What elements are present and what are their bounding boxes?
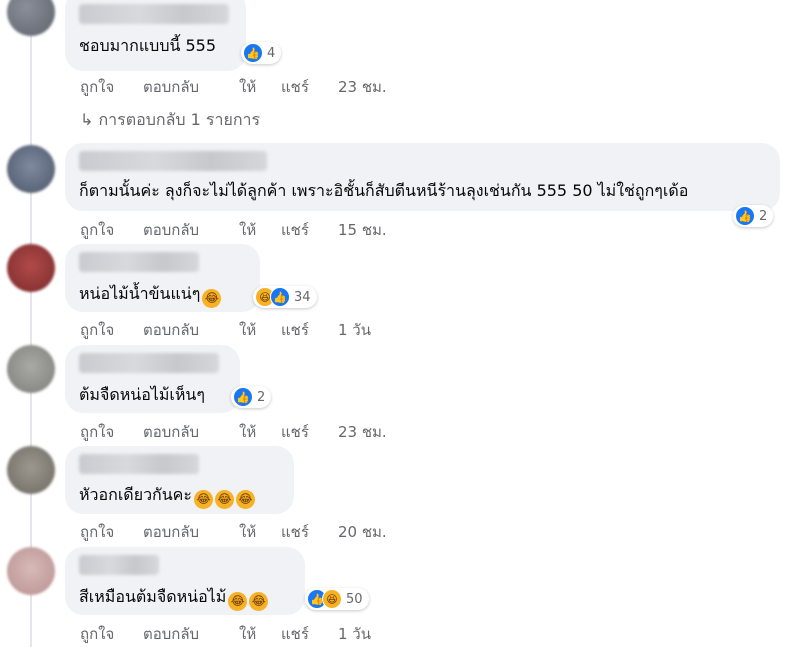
comment-actions: ถูกใจ ตอบกลับ ให้ แชร์ 23 ชม. xyxy=(80,420,387,444)
share-button[interactable]: แชร์ xyxy=(281,218,338,242)
comment-bubble: หน่อไม้น้ำข้นแน่ๆ 😂 xyxy=(65,244,260,312)
comment-actions: ถูกใจ ตอบกลับ ให้ แชร์ 20 ชม. xyxy=(80,520,387,544)
give-button[interactable]: ให้ xyxy=(239,218,281,242)
reply-button[interactable]: ตอบกลับ xyxy=(143,420,239,444)
reaction-count: 50 xyxy=(346,591,363,607)
author-name[interactable] xyxy=(79,4,229,24)
reply-button[interactable]: ตอบกลับ xyxy=(143,218,239,242)
comment-text: ก็ตามนั้นค่ะ ลุงก็จะไม่ได้ลูกค้า เพราะอิ… xyxy=(79,181,689,200)
like-button[interactable]: ถูกใจ xyxy=(80,218,143,242)
give-button[interactable]: ให้ xyxy=(239,318,281,342)
like-icon: 👍 xyxy=(243,43,263,63)
reaction-count: 34 xyxy=(294,289,311,305)
comment-bubble: ก็ตามนั้นค่ะ ลุงก็จะไม่ได้ลูกค้า เพราะอิ… xyxy=(65,143,780,211)
reply-button[interactable]: ตอบกลับ xyxy=(143,622,239,646)
comment-bubble: หัวอกเดียวกันคะ 😂 😂 😂 xyxy=(65,446,294,514)
reaction-count: 2 xyxy=(759,208,768,224)
timestamp[interactable]: 1 วัน xyxy=(338,318,371,342)
reply-button[interactable]: ตอบกลับ xyxy=(143,75,239,99)
author-name[interactable] xyxy=(79,252,199,272)
reaction-summary[interactable]: 👍 4 xyxy=(241,42,282,64)
laughing-emoji: 😂 xyxy=(193,490,213,509)
laughing-emoji: 😂 xyxy=(228,592,248,611)
haha-icon: 😆 xyxy=(322,589,342,609)
comment-bubble: ชอบมากแบบนี้ 555 xyxy=(65,0,246,71)
share-button[interactable]: แชร์ xyxy=(281,75,338,99)
like-icon: 👍 xyxy=(233,387,253,407)
reaction-summary[interactable]: 👍 2 xyxy=(231,386,272,408)
comment-actions: ถูกใจ ตอบกลับ ให้ แชร์ 1 วัน xyxy=(80,318,371,342)
timestamp[interactable]: 23 ชม. xyxy=(338,75,387,99)
reply-button[interactable]: ตอบกลับ xyxy=(143,520,239,544)
give-button[interactable]: ให้ xyxy=(239,420,281,444)
share-button[interactable]: แชร์ xyxy=(281,622,338,646)
reply-button[interactable]: ตอบกลับ xyxy=(143,318,239,342)
avatar[interactable] xyxy=(7,547,55,595)
comment-bubble: สีเหมือนต้มจืดหน่อไม้ 😂 😂 xyxy=(65,547,305,615)
share-button[interactable]: แชร์ xyxy=(281,420,338,444)
comment-text: สีเหมือนต้มจืดหน่อไม้ 😂 😂 xyxy=(79,585,269,611)
author-name[interactable] xyxy=(79,151,267,171)
comment-actions: ถูกใจ ตอบกลับ ให้ แชร์ 1 วัน xyxy=(80,622,371,646)
author-name[interactable] xyxy=(79,454,199,474)
comment-actions: ถูกใจ ตอบกลับ ให้ แชร์ 15 ชม. xyxy=(80,218,387,242)
give-button[interactable]: ให้ xyxy=(239,622,281,646)
like-button[interactable]: ถูกใจ xyxy=(80,318,143,342)
avatar[interactable] xyxy=(7,145,55,193)
avatar[interactable] xyxy=(7,244,55,292)
share-button[interactable]: แชร์ xyxy=(281,520,338,544)
laughing-emoji: 😂 xyxy=(202,289,222,308)
timestamp[interactable]: 20 ชม. xyxy=(338,520,387,544)
timestamp[interactable]: 23 ชม. xyxy=(338,420,387,444)
like-button[interactable]: ถูกใจ xyxy=(80,622,143,646)
avatar[interactable] xyxy=(7,446,55,494)
laughing-emoji: 😂 xyxy=(214,490,234,509)
reaction-count: 4 xyxy=(267,45,276,61)
comment-bubble: ต้มจืดหน่อไม้เห็นๆ xyxy=(65,345,240,413)
avatar[interactable] xyxy=(7,345,55,393)
like-button[interactable]: ถูกใจ xyxy=(80,420,143,444)
timestamp[interactable]: 1 วัน xyxy=(338,622,371,646)
share-button[interactable]: แชร์ xyxy=(281,318,338,342)
author-name[interactable] xyxy=(79,555,159,575)
comment-text: หัวอกเดียวกันคะ 😂 😂 😂 xyxy=(79,483,255,509)
like-icon: 👍 xyxy=(270,287,290,307)
reaction-summary[interactable]: 👍 😆 50 xyxy=(305,588,369,610)
give-button[interactable]: ให้ xyxy=(239,75,281,99)
laughing-emoji: 😂 xyxy=(235,490,255,509)
laughing-emoji: 😂 xyxy=(249,592,269,611)
avatar[interactable] xyxy=(7,0,55,36)
comment-actions: ถูกใจ ตอบกลับ ให้ แชร์ 23 ชม. xyxy=(80,75,387,99)
like-button[interactable]: ถูกใจ xyxy=(80,520,143,544)
comment-text: ชอบมากแบบนี้ 555 xyxy=(79,36,217,55)
reaction-summary[interactable]: 😆 👍 34 xyxy=(253,286,317,308)
comment-text: หน่อไม้น้ำข้นแน่ๆ 😂 xyxy=(79,282,222,308)
reaction-count: 2 xyxy=(257,389,266,405)
like-button[interactable]: ถูกใจ xyxy=(80,75,143,99)
comment-text: ต้มจืดหน่อไม้เห็นๆ xyxy=(79,385,205,404)
give-button[interactable]: ให้ xyxy=(239,520,281,544)
like-icon: 👍 xyxy=(735,206,755,226)
view-replies-link[interactable]: ↳ การตอบกลับ 1 รายการ xyxy=(80,108,260,133)
author-name[interactable] xyxy=(79,353,219,373)
reaction-summary[interactable]: 👍 2 xyxy=(733,205,774,227)
timestamp[interactable]: 15 ชม. xyxy=(338,218,387,242)
